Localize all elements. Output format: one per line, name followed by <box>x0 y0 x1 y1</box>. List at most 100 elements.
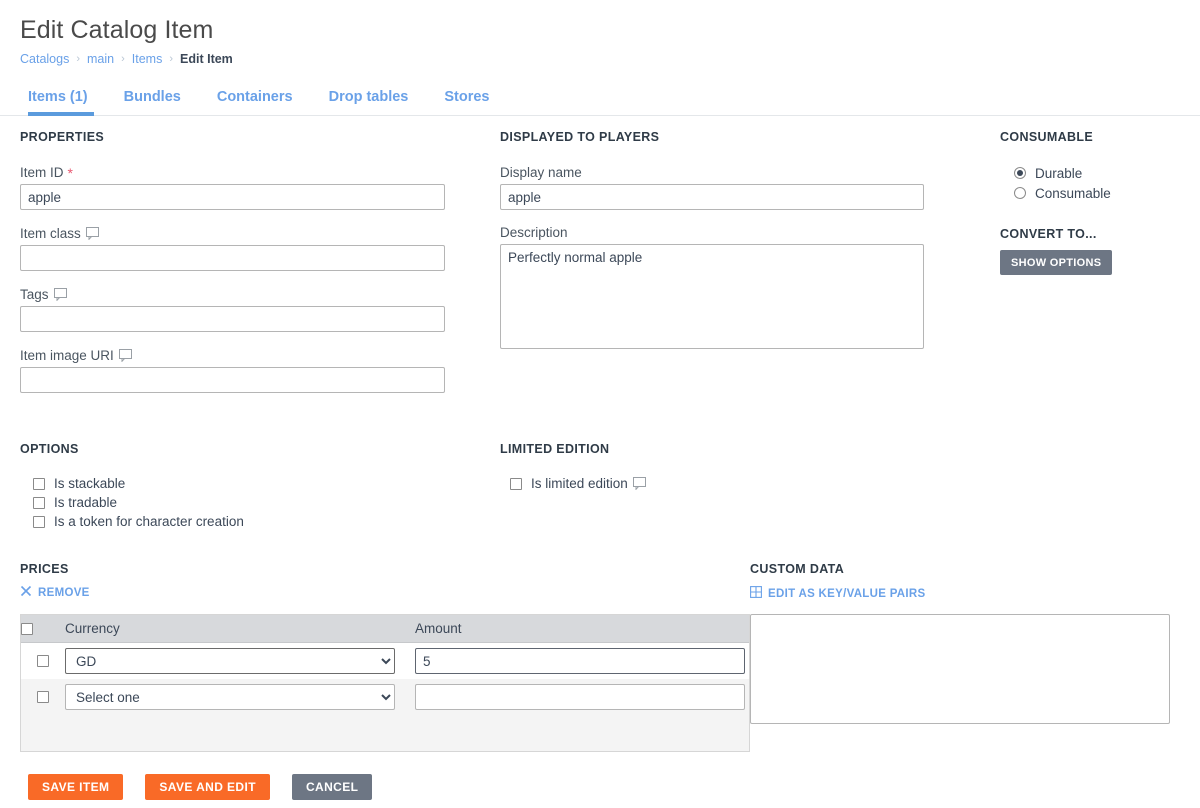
tags-label: Tags <box>20 287 450 302</box>
options-checkbox-group: Is stackable Is tradable Is a token for … <box>33 474 450 531</box>
table-row: GD <box>21 643 749 679</box>
prices-column-amount: Amount <box>415 615 749 643</box>
item-id-label: Item ID * <box>20 165 450 180</box>
checkbox-is-token-for-character-creation-icon[interactable] <box>33 515 45 528</box>
checkbox-is-tradable[interactable]: Is tradable <box>33 493 450 512</box>
checkbox-is-limited-edition[interactable]: Is limited edition <box>510 474 930 493</box>
item-class-label-text: Item class <box>20 226 81 241</box>
remove-price-button[interactable]: REMOVE <box>20 585 90 600</box>
displayed-to-players-section: DISPLAYED TO PLAYERS Display name Descri… <box>500 130 930 349</box>
custom-data-textarea[interactable] <box>750 614 1170 724</box>
breadcrumb-item-items[interactable]: Items <box>132 51 163 67</box>
tooltip-bubble-icon[interactable] <box>53 288 68 302</box>
tags-input[interactable] <box>20 306 445 332</box>
row-select-cell <box>21 679 65 715</box>
item-image-uri-input[interactable] <box>20 367 445 393</box>
consumable-radio-group: Durable Consumable <box>1014 163 1185 203</box>
displayed-to-players-section-title: DISPLAYED TO PLAYERS <box>500 130 660 144</box>
field-item-class: Item class <box>20 226 450 271</box>
item-id-input[interactable] <box>20 184 445 210</box>
page-header: Edit Catalog Item Catalogs › main › Item… <box>0 0 1200 67</box>
tab-drop-tables[interactable]: Drop tables <box>311 88 427 115</box>
convert-to-section-title: CONVERT TO... <box>1000 227 1097 241</box>
breadcrumb-separator-icon: › <box>76 53 81 65</box>
radio-consumable[interactable]: Consumable <box>1014 183 1185 203</box>
properties-section: PROPERTIES Item ID * Item class Tags <box>20 130 450 393</box>
prices-column-currency: Currency <box>65 615 415 643</box>
required-asterisk-icon: * <box>67 164 73 181</box>
edit-as-key-value-pairs-button[interactable]: EDIT AS KEY/VALUE PAIRS <box>750 586 925 601</box>
prices-table: Currency Amount GD 5 Select one <box>20 614 750 752</box>
display-name-input[interactable] <box>500 184 924 210</box>
row-checkbox[interactable] <box>37 690 49 703</box>
amount-input-row-2[interactable] <box>415 684 745 710</box>
item-image-uri-label-text: Item image URI <box>20 348 114 363</box>
custom-data-section: CUSTOM DATA EDIT AS KEY/VALUE PAIRS <box>750 562 1180 724</box>
breadcrumb-separator-icon: › <box>121 53 125 65</box>
grid-table-icon <box>750 586 762 601</box>
checkbox-is-token-for-character-creation[interactable]: Is a token for character creation <box>33 512 450 531</box>
field-item-id: Item ID * <box>20 165 450 210</box>
limited-edition-section-title: LIMITED EDITION <box>500 442 610 456</box>
breadcrumb-item-catalogs[interactable]: Catalogs <box>20 51 69 67</box>
checkbox-is-stackable-icon[interactable] <box>33 477 45 490</box>
tooltip-bubble-icon[interactable] <box>632 477 647 491</box>
custom-data-section-title: CUSTOM DATA <box>750 562 845 576</box>
currency-select-row-2[interactable]: Select one <box>65 684 395 710</box>
prices-table-body: GD Select one <box>21 643 749 751</box>
breadcrumb-item-edit-item: Edit Item <box>180 52 233 66</box>
options-section-title: OPTIONS <box>20 442 79 456</box>
currency-select-row-1[interactable]: GD <box>65 648 395 674</box>
radio-durable[interactable]: Durable <box>1014 163 1185 183</box>
tooltip-bubble-icon[interactable] <box>118 349 133 363</box>
item-class-input[interactable] <box>20 245 445 271</box>
breadcrumb-item-main[interactable]: main <box>87 51 114 67</box>
row-amount-cell <box>415 643 749 679</box>
field-tags: Tags <box>20 287 450 332</box>
radio-durable-icon[interactable] <box>1014 167 1026 179</box>
row-select-cell <box>21 643 65 679</box>
prices-table-head: Currency Amount <box>21 615 749 643</box>
row-currency-cell: GD <box>65 643 415 679</box>
save-and-edit-button[interactable]: SAVE AND EDIT <box>145 774 270 800</box>
select-all-checkbox[interactable] <box>21 623 33 636</box>
page-title: Edit Catalog Item <box>20 16 214 44</box>
prices-section-title: PRICES <box>20 562 69 576</box>
prices-table-footer-bar <box>21 715 749 751</box>
radio-durable-label: Durable <box>1035 165 1083 181</box>
amount-input-row-1[interactable] <box>415 648 745 674</box>
tab-items[interactable]: Items (1) <box>20 88 106 116</box>
consumable-section: CONSUMABLE Durable Consumable CONVERT TO… <box>1000 130 1185 275</box>
prices-table-footer-row <box>21 715 749 751</box>
cancel-button[interactable]: CANCEL <box>291 774 373 800</box>
table-row: Select one <box>21 679 749 715</box>
breadcrumb-separator-icon: › <box>169 53 174 65</box>
radio-consumable-icon[interactable] <box>1014 187 1026 199</box>
consumable-section-title: CONSUMABLE <box>1000 130 1094 144</box>
edit-as-key-value-pairs-label: EDIT AS KEY/VALUE PAIRS <box>768 587 926 600</box>
display-name-label: Display name <box>500 165 582 180</box>
tab-containers[interactable]: Containers <box>199 88 311 115</box>
tooltip-bubble-icon[interactable] <box>85 227 100 241</box>
description-textarea[interactable]: Perfectly normal apple <box>500 244 924 349</box>
tab-bundles[interactable]: Bundles <box>106 88 199 115</box>
show-options-button[interactable]: SHOW OPTIONS <box>1000 250 1113 275</box>
prices-table-header-row: Currency Amount <box>21 615 749 643</box>
field-display-name: Display name <box>500 165 930 210</box>
save-item-button[interactable]: SAVE ITEM <box>28 774 124 800</box>
checkbox-is-tradable-icon[interactable] <box>33 496 45 509</box>
row-amount-cell <box>415 679 749 715</box>
limited-edition-section: LIMITED EDITION Is limited edition <box>500 442 930 493</box>
checkbox-is-limited-edition-label-text: Is limited edition <box>531 476 628 491</box>
checkbox-is-stackable[interactable]: Is stackable <box>33 474 450 493</box>
row-checkbox[interactable] <box>37 654 49 667</box>
tab-bar: Items (1) Bundles Containers Drop tables… <box>0 82 1200 116</box>
tab-stores[interactable]: Stores <box>426 88 507 115</box>
checkbox-is-limited-edition-label: Is limited edition <box>531 476 647 491</box>
checkbox-is-token-for-character-creation-label: Is a token for character creation <box>54 514 244 529</box>
field-description: Description Perfectly normal apple <box>500 225 930 349</box>
prices-section: PRICES REMOVE Currency Amount GD 5 Selec… <box>20 562 760 752</box>
checkbox-is-limited-edition-icon[interactable] <box>510 477 522 490</box>
convert-to-section: CONVERT TO... SHOW OPTIONS <box>1000 227 1185 275</box>
row-currency-cell: Select one <box>65 679 415 715</box>
